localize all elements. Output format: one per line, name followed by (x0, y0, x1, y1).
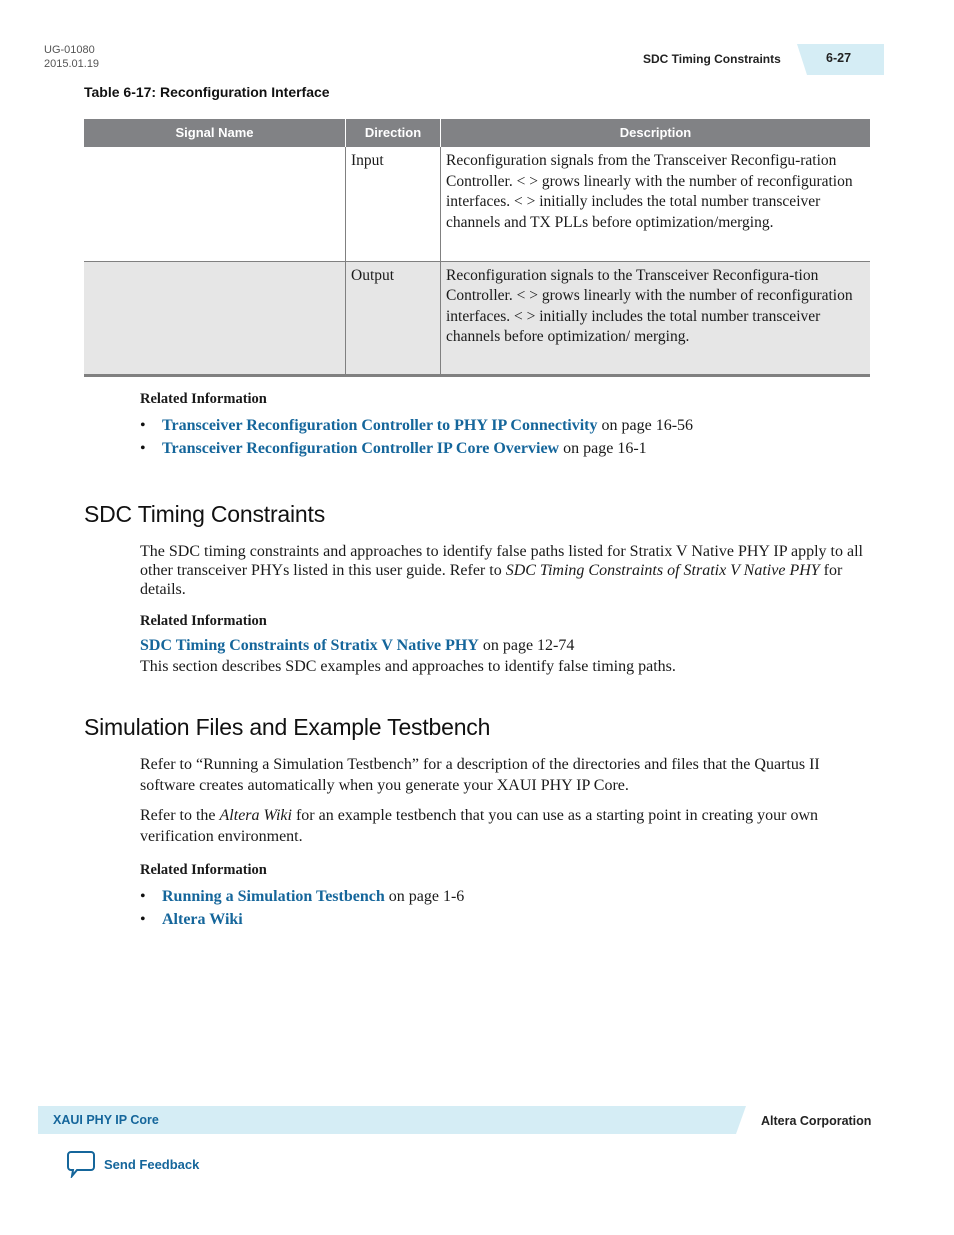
link-reconfig-controller-connectivity[interactable]: Transceiver Reconfiguration Controller t… (162, 417, 598, 434)
related-info-heading: Related Information (140, 613, 267, 629)
footer-company: Altera Corporation (761, 1114, 872, 1128)
related-info-1: Related Information Transceiver Reconfig… (140, 391, 693, 460)
cell-direction: Input (345, 147, 441, 262)
running-header-title: SDC Timing Constraints (643, 52, 781, 66)
list-item: Altera Wiki (140, 908, 464, 931)
link-reconfig-controller-overview[interactable]: Transceiver Reconfiguration Controller I… (162, 440, 559, 457)
related-info-2: Related Information Running a Simulation… (140, 862, 464, 931)
table-caption: Table 6-17: Reconfiguration Interface (84, 84, 330, 100)
doc-date: 2015.01.19 (44, 58, 100, 70)
related-info-heading: Related Information (140, 391, 267, 407)
column-header-description: Description (440, 119, 870, 147)
page-reference: on page 16-1 (559, 440, 647, 457)
sdc-related-entry: SDC Timing Constraints of Stratix V Nati… (140, 635, 676, 677)
send-feedback-link[interactable]: Send Feedback (66, 1150, 199, 1178)
related-info-heading: Related Information (140, 862, 267, 878)
list-item: Running a Simulation Testbench on page 1… (140, 885, 464, 908)
simulation-paragraph-2: Refer to the Altera Wiki for an example … (140, 805, 875, 847)
list-item: Transceiver Reconfiguration Controller I… (140, 437, 693, 460)
link-running-simulation-testbench[interactable]: Running a Simulation Testbench (162, 888, 385, 905)
footer-product-name: XAUI PHY IP Core (53, 1113, 159, 1127)
section-title-simulation: Simulation Files and Example Testbench (84, 714, 491, 740)
cell-direction: Output (345, 261, 441, 377)
simulation-paragraph-1: Refer to “Running a Simulation Testbench… (140, 756, 820, 794)
reconfiguration-interface-table: Signal Name Direction Description Input … (84, 119, 870, 377)
cell-description: Reconfiguration signals to the Transceiv… (440, 261, 870, 377)
related-links-list: Transceiver Reconfiguration Controller t… (140, 414, 693, 460)
page-reference: on page 12-74 (478, 637, 575, 654)
speech-bubble-icon (67, 1151, 95, 1178)
related-links-list: Running a Simulation Testbench on page 1… (140, 885, 464, 931)
link-altera-wiki[interactable]: Altera Wiki (162, 911, 243, 928)
doc-id-block: UG-01080 2015.01.19 (44, 43, 99, 71)
page-reference: on page 16-56 (597, 417, 694, 434)
page-number: 6-27 (826, 51, 852, 65)
table-row: Output Reconfiguration signals to the Tr… (84, 261, 870, 377)
link-sdc-stratix-v[interactable]: SDC Timing Constraints of Stratix V Nati… (140, 637, 479, 654)
related-description: This section describes SDC examples and … (140, 658, 676, 675)
list-item: Transceiver Reconfiguration Controller t… (140, 414, 693, 437)
italic-reference: Altera Wiki (219, 807, 292, 824)
cell-signal-name (84, 147, 346, 262)
sdc-paragraph: The SDC timing constraints and approache… (140, 542, 875, 599)
send-feedback-label: Send Feedback (104, 1156, 200, 1172)
table-header-row: Signal Name Direction Description (84, 119, 870, 147)
section-title-sdc: SDC Timing Constraints (84, 501, 326, 527)
column-header-direction: Direction (345, 119, 441, 147)
cell-signal-name (84, 261, 346, 377)
italic-reference: SDC Timing Constraints of Stratix V Nati… (505, 562, 820, 579)
table-row: Input Reconfiguration signals from the T… (84, 147, 870, 262)
doc-id: UG-01080 (44, 44, 95, 56)
cell-description: Reconfiguration signals from the Transce… (440, 147, 870, 262)
column-header-signal-name: Signal Name (84, 119, 346, 147)
text: Refer to the (140, 807, 220, 824)
page-reference: on page 1-6 (384, 888, 465, 905)
